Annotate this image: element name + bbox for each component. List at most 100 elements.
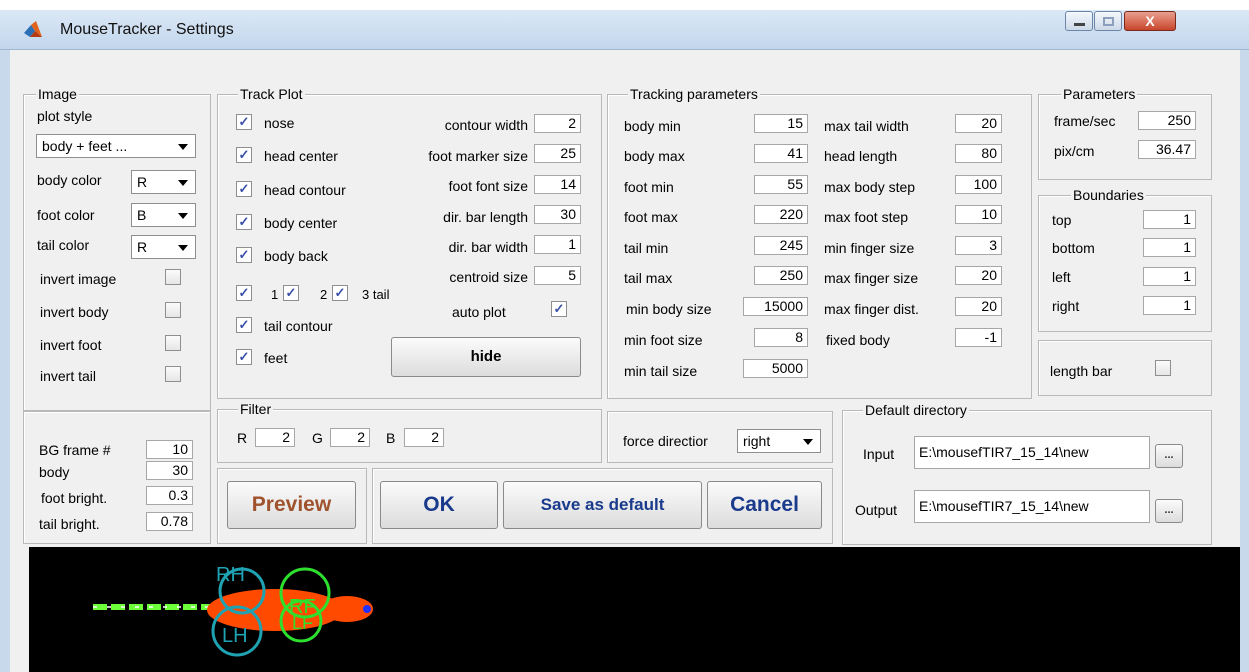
preview-button[interactable]: Preview [227,481,356,529]
boundary-right-input[interactable]: 1 [1143,296,1196,315]
body-center-checkbox[interactable]: ✓ [236,214,252,230]
foot-label-rh: RH [216,564,245,586]
min-finger-size-input[interactable]: 3 [955,236,1002,255]
matlab-logo-icon [24,21,42,37]
foot-label-lh: LH [222,625,248,647]
boundary-top-input[interactable]: 1 [1143,210,1196,229]
body-min-input[interactable]: 15 [754,114,808,133]
body-back-label: body back [264,248,328,264]
body-color-value: R [137,174,148,190]
minimize-icon [1074,23,1085,26]
foot-min-input[interactable]: 55 [754,175,808,194]
body-back-checkbox[interactable]: ✓ [236,247,252,263]
foot-min-label: foot min [624,179,674,195]
default-directory-title: Default directory [863,402,969,418]
ok-button[interactable]: OK [380,481,498,529]
auto-plot-checkbox[interactable]: ✓ [551,301,567,317]
plot-style-value: body + feet ... [42,138,128,154]
filter-b-input[interactable]: 2 [404,428,444,447]
force-direction-dropdown[interactable]: right [737,429,821,453]
foot-color-dropdown[interactable]: B [131,203,196,227]
head-center-label: head center [264,148,338,164]
feet-label: feet [264,350,288,366]
nose-checkbox[interactable]: ✓ [236,114,252,130]
chevron-down-icon [178,213,188,219]
save-as-default-button[interactable]: Save as default [503,481,702,529]
dir-bar-length-input[interactable]: 30 [534,205,581,224]
frame-sec-input[interactable]: 250 [1138,111,1196,130]
chevron-down-icon [178,245,188,251]
tail-min-input[interactable]: 245 [754,236,808,255]
cancel-button[interactable]: Cancel [707,481,822,529]
input-dir-browse-button[interactable]: ... [1155,444,1183,468]
max-foot-step-input[interactable]: 10 [955,205,1002,224]
title-bar[interactable]: MouseTracker - Settings X [0,10,1249,50]
tail-contour-label: tail contour [264,318,333,334]
filter-g-label: G [312,430,323,446]
ok-button-label: OK [423,493,455,516]
body-center-label: body center [264,215,338,231]
invert-image-checkbox[interactable] [165,269,181,285]
centroid-size-label: centroid size [449,269,528,285]
min-tail-size-input[interactable]: 5000 [743,359,808,378]
input-dir-field[interactable]: E:\mousefTIR7_15_14\new [914,436,1150,469]
parameters-group: Parameters [1038,86,1212,180]
foot-font-size-input[interactable]: 14 [534,175,581,194]
close-button[interactable]: X [1124,11,1176,31]
bg-frame-input[interactable]: 10 [146,440,193,459]
maximize-button[interactable] [1094,11,1122,31]
length-bar-checkbox[interactable] [1155,360,1171,376]
foot-label-lf: LF [292,613,313,633]
output-dir-field[interactable]: E:\mousefTIR7_15_14\new [914,490,1150,523]
tail-bright-input[interactable]: 0.78 [146,512,193,531]
body-max-input[interactable]: 41 [754,144,808,163]
centroid-size-input[interactable]: 5 [534,266,581,285]
chevron-down-icon [178,144,188,150]
max-finger-size-input[interactable]: 20 [955,266,1002,285]
head-contour-checkbox[interactable]: ✓ [236,181,252,197]
boundary-top-label: top [1052,212,1072,228]
filter-r-input[interactable]: 2 [255,428,295,447]
tail-contour-checkbox[interactable]: ✓ [236,317,252,333]
window-frame-right [1240,50,1249,672]
body-threshold-input[interactable]: 30 [146,461,193,480]
head-center-checkbox[interactable]: ✓ [236,147,252,163]
invert-tail-checkbox[interactable] [165,366,181,382]
dir-bar-width-input[interactable]: 1 [534,235,581,254]
feet-checkbox[interactable]: ✓ [236,349,252,365]
max-tail-width-input[interactable]: 20 [955,114,1002,133]
tail-color-label: tail color [37,237,90,253]
filter-b-label: B [386,430,396,446]
foot-bright-input[interactable]: 0.3 [146,486,193,505]
max-body-step-input[interactable]: 100 [955,175,1002,194]
min-foot-size-input[interactable]: 8 [754,328,808,347]
boundary-bottom-input[interactable]: 1 [1143,238,1196,257]
preview-canvas[interactable]: RH LH RF LF [29,547,1240,672]
tail-3-checkbox[interactable]: ✓ [332,285,348,301]
head-length-input[interactable]: 80 [955,144,1002,163]
boundary-left-input[interactable]: 1 [1143,267,1196,286]
auto-plot-label: auto plot [452,304,506,320]
minimize-button[interactable] [1065,11,1093,31]
filter-g-input[interactable]: 2 [330,428,370,447]
plot-style-dropdown[interactable]: body + feet ... [36,134,196,158]
min-body-size-input[interactable]: 15000 [743,297,808,316]
fixed-body-input[interactable]: -1 [955,328,1002,347]
pix-cm-input[interactable]: 36.47 [1138,140,1196,159]
head-length-label: head length [824,148,898,164]
tail-2-checkbox[interactable]: ✓ [283,285,299,301]
max-finger-dist-input[interactable]: 20 [955,297,1002,316]
invert-body-checkbox[interactable] [165,302,181,318]
tail-1-checkbox[interactable]: ✓ [236,285,252,301]
nose-marker [363,605,371,613]
contour-width-input[interactable]: 2 [534,114,581,133]
min-tail-size-label: min tail size [624,363,698,379]
invert-foot-checkbox[interactable] [165,335,181,351]
body-color-dropdown[interactable]: R [131,170,196,194]
output-dir-browse-button[interactable]: ... [1155,499,1183,523]
tail-color-dropdown[interactable]: R [131,235,196,259]
foot-max-input[interactable]: 220 [754,205,808,224]
foot-marker-size-input[interactable]: 25 [534,144,581,163]
hide-button[interactable]: hide [391,337,581,377]
tail-max-input[interactable]: 250 [754,266,808,285]
